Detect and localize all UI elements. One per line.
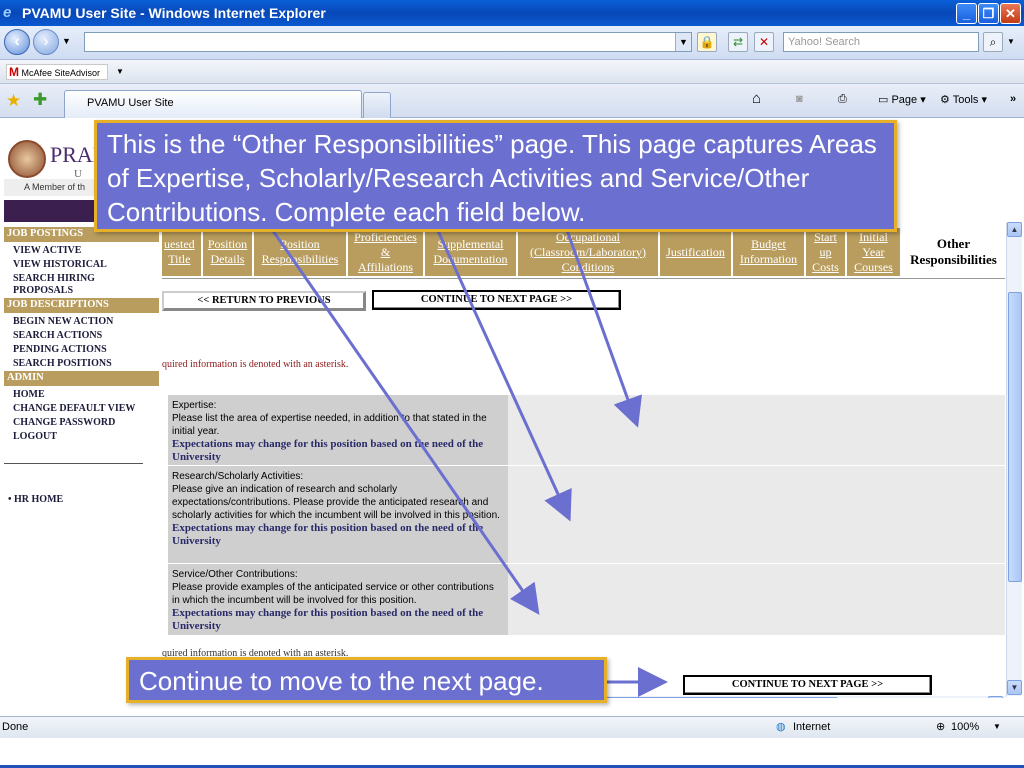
return-previous-button[interactable]: << RETURN TO PREVIOUS <box>162 291 366 311</box>
vertical-scrollbar[interactable]: ▲ ▼ <box>1006 222 1022 696</box>
tab-proficiencies[interactable]: Proficiencies & Affiliations <box>348 228 424 276</box>
history-dropdown-icon[interactable]: ▼ <box>62 36 71 46</box>
callout-top: This is the “Other Responsibilities” pag… <box>94 120 897 232</box>
section-admin: ADMIN <box>4 371 159 386</box>
back-button[interactable]: ‹ <box>4 29 30 55</box>
logo-wordmark: PRAI <box>50 142 101 167</box>
research-input-area[interactable] <box>508 466 1005 563</box>
tab-occupational-conditions[interactable]: Occupational (Classroom/Laboratory) Cond… <box>518 228 659 276</box>
field-research: Research/Scholarly Activities: Please gi… <box>168 466 508 563</box>
lock-icon[interactable]: 🔒 <box>697 32 717 52</box>
feeds-icon[interactable]: ◙ <box>796 93 803 105</box>
sidebar-item-change-default-view[interactable]: CHANGE DEFAULT VIEW <box>13 403 135 415</box>
zoom-dropdown-icon[interactable]: ▼ <box>993 722 1001 731</box>
stop-icon[interactable]: ✕ <box>754 32 774 52</box>
search-input[interactable]: Yahoo! Search <box>783 32 979 52</box>
university-seal <box>8 140 46 178</box>
sidebar-item-home[interactable]: HOME <box>13 389 45 401</box>
search-icon[interactable]: ⌕ <box>983 32 1003 52</box>
tab-requested-title[interactable]: uested Title <box>162 228 202 276</box>
page-menu[interactable]: ▭ Page ▾ <box>878 93 926 106</box>
maximize-button[interactable]: ❐ <box>978 3 999 24</box>
window-title-bar: e PVAMU User Site - Windows Internet Exp… <box>0 0 1024 26</box>
mcafee-logo[interactable]: M McAfee SiteAdvisor <box>6 64 108 80</box>
mcafee-dropdown-icon[interactable]: ▼ <box>116 67 124 76</box>
field-service-note: Expectations may change for this positio… <box>172 607 484 632</box>
field-expertise: Expertise: Please list the area of exper… <box>168 395 508 465</box>
continue-next-button-bottom[interactable]: CONTINUE TO NEXT PAGE >> <box>683 675 932 695</box>
address-bar: ‹ › ▼ ▼ 🔒 ⇄ ✕ Yahoo! Search ⌕ ▼ <box>0 26 1024 60</box>
required-note: quired information is denoted with an as… <box>162 359 349 370</box>
search-options-icon[interactable]: ▼ <box>1007 37 1015 46</box>
tab-position-details[interactable]: Position Details <box>203 228 253 276</box>
field-expertise-note: Expectations may change for this positio… <box>172 438 484 463</box>
callout-bottom: Continue to move to the next page. <box>126 657 607 703</box>
tab-startup-costs[interactable]: Start up Costs <box>806 228 846 276</box>
tools-menu[interactable]: ⚙ Tools ▾ <box>940 93 987 106</box>
sidebar-item-view-active[interactable]: VIEW ACTIVE <box>13 245 81 257</box>
scroll-right-icon[interactable]: ▶ <box>988 696 1003 698</box>
globe-icon: ◍ <box>776 721 786 733</box>
field-service: Service/Other Contributions: Please prov… <box>168 564 508 635</box>
tab-budget-information[interactable]: Budget Information <box>733 228 805 276</box>
sidebar-item-pending-actions[interactable]: PENDING ACTIONS <box>13 344 107 356</box>
field-research-desc: Please give an indication of research an… <box>172 484 500 521</box>
tab-divider <box>162 278 1005 279</box>
status-text: Done <box>2 721 29 733</box>
minimize-button[interactable]: _ <box>956 3 977 24</box>
tab-justification[interactable]: Justification <box>660 228 732 276</box>
tab-bar: ★ ✚ PVAMU User Site ⌂ ◙ ⎙ ▭ Page ▾ ⚙ Too… <box>0 84 1024 118</box>
home-icon[interactable]: ⌂ <box>752 90 761 107</box>
close-button[interactable]: ✕ <box>1000 3 1021 24</box>
tab-initial-year-courses[interactable]: Initial Year Courses <box>847 228 901 276</box>
zone-label: Internet <box>793 721 831 733</box>
add-favorite-icon[interactable]: ✚ <box>33 90 47 110</box>
sidebar-divider <box>4 463 143 464</box>
tab-other-responsibilities[interactable]: Other Responsibilities <box>902 228 1005 276</box>
field-service-title: Service/Other Contributions: <box>172 569 298 580</box>
url-dropdown-icon[interactable]: ▼ <box>675 33 691 51</box>
ie-icon: e <box>3 4 12 21</box>
window-title: PVAMU User Site - Windows Internet Explo… <box>22 5 326 21</box>
expertise-input-area[interactable] <box>508 395 1005 465</box>
tab-pvamu[interactable]: PVAMU User Site <box>64 90 362 118</box>
url-input[interactable]: ▼ <box>84 32 692 52</box>
tab-position-responsibilities[interactable]: Position Responsibilities <box>254 228 347 276</box>
sidebar-item-logout[interactable]: LOGOUT <box>13 431 57 443</box>
sidebar-item-begin-new-action[interactable]: BEGIN NEW ACTION <box>13 316 113 328</box>
status-bar: Done ◍ Internet ⊕ 100% ▼ <box>0 716 1024 738</box>
field-research-title: Research/Scholarly Activities: <box>172 471 304 482</box>
section-job-descriptions: JOB DESCRIPTIONS <box>4 298 159 313</box>
continue-next-button-top[interactable]: CONTINUE TO NEXT PAGE >> <box>372 290 621 310</box>
service-input-area[interactable] <box>508 564 1005 635</box>
refresh-icon[interactable]: ⇄ <box>728 32 748 52</box>
favorites-star-icon[interactable]: ★ <box>6 91 21 111</box>
sidebar-item-view-historical[interactable]: VIEW HISTORICAL <box>13 259 107 271</box>
sidebar-item-change-password[interactable]: CHANGE PASSWORD <box>13 417 115 429</box>
sidebar-item-search-positions[interactable]: SEARCH POSITIONS <box>13 358 112 370</box>
field-expertise-title: Expertise: <box>172 400 217 411</box>
zoom-icon[interactable]: ⊕ <box>936 720 945 733</box>
field-service-desc: Please provide examples of the anticipat… <box>172 582 494 606</box>
tab-supplemental-documentation[interactable]: Supplemental Documentation <box>425 228 517 276</box>
zoom-level[interactable]: 100% <box>951 721 979 733</box>
chevron-more-icon[interactable]: » <box>1010 93 1016 105</box>
field-expertise-desc: Please list the area of expertise needed… <box>172 413 487 437</box>
taskbar-edge <box>0 738 1024 768</box>
scroll-up-icon[interactable]: ▲ <box>1007 222 1022 237</box>
sidebar-item-hr-home[interactable]: • HR HOME <box>8 494 63 506</box>
sidebar-item-search-actions[interactable]: SEARCH ACTIONS <box>13 330 102 342</box>
scroll-down-icon[interactable]: ▼ <box>1007 680 1022 695</box>
vertical-scroll-thumb[interactable] <box>1008 292 1022 582</box>
forward-button[interactable]: › <box>33 29 59 55</box>
new-tab-button[interactable] <box>363 92 391 118</box>
print-icon[interactable]: ⎙ <box>838 93 847 106</box>
sidebar-item-search-hiring[interactable]: SEARCH HIRING PROPOSALS <box>13 273 113 297</box>
mcafee-toolbar: M McAfee SiteAdvisor ▼ <box>0 60 1024 84</box>
field-research-note: Expectations may change for this positio… <box>172 522 484 547</box>
